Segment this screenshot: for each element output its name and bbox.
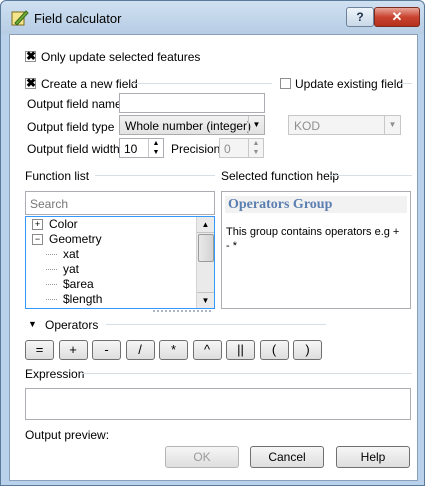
expression-input[interactable] — [25, 388, 411, 420]
tree-line — [46, 299, 57, 301]
only-selected-checkbox[interactable]: ✖ — [25, 50, 36, 62]
only-selected-label: Only update selected features — [41, 50, 201, 64]
expression-label: Expression — [25, 367, 85, 381]
help-heading: Operators Group — [228, 197, 333, 212]
help-body: This group contains operators e.g + - * — [226, 226, 400, 252]
function-help-divider — [330, 175, 412, 176]
tree-scrollbar[interactable]: ▲ ▼ — [196, 217, 214, 308]
operator-button[interactable]: + — [58, 340, 88, 360]
spin-arrows-icon[interactable]: ▲ ▼ — [148, 139, 163, 157]
function-tree-item[interactable]: $area — [46, 277, 94, 292]
chevron-down-icon: ▼ — [248, 116, 264, 134]
operator-button[interactable]: * — [159, 340, 188, 360]
ok-button[interactable]: OK — [165, 446, 239, 468]
title-bar[interactable]: Field calculator ? ✕ — [1, 1, 424, 34]
operator-button[interactable]: ( — [259, 340, 289, 360]
window-title: Field calculator — [34, 11, 122, 26]
function-tree-item-label: xat — [63, 247, 80, 261]
output-field-name-input[interactable] — [119, 93, 265, 113]
existing-field-select[interactable]: KOD ▼ — [288, 115, 401, 135]
create-new-field-divider — [132, 83, 272, 84]
scroll-thumb[interactable] — [198, 234, 214, 262]
output-field-name-label: Output field name — [27, 97, 122, 111]
output-field-width-spinbox[interactable]: 10 ▲ ▼ — [119, 138, 164, 158]
existing-field-value: KOD — [294, 119, 321, 133]
function-help-panel: Operators Group This group contains oper… — [221, 191, 411, 309]
help-heading-bar: Operators Group — [225, 196, 407, 213]
function-help-label: Selected function help — [221, 169, 340, 183]
function-tree-item[interactable]: $length — [46, 292, 102, 307]
help-button[interactable]: Help — [336, 446, 410, 468]
operator-button[interactable]: ) — [293, 340, 322, 360]
update-existing-checkbox[interactable] — [280, 78, 291, 89]
output-field-width-value: 10 — [124, 142, 138, 156]
precision-spinbox[interactable]: 0 ▲ ▼ — [219, 138, 264, 158]
function-search-placeholder: Search — [30, 197, 69, 211]
splitter-handle[interactable] — [153, 310, 211, 315]
function-list-label: Function list — [25, 169, 90, 183]
operator-button[interactable]: = — [25, 340, 54, 360]
output-field-type-value: Whole number (integer) — [125, 119, 252, 133]
output-field-type-select[interactable]: Whole number (integer) ▼ — [119, 115, 265, 135]
operator-button[interactable]: / — [125, 340, 155, 360]
help-title-button[interactable]: ? — [346, 7, 374, 27]
operators-collapse-icon[interactable]: ▼ — [28, 319, 37, 329]
function-tree-item-label: $length — [63, 292, 103, 306]
operator-button[interactable]: ^ — [192, 340, 222, 360]
precision-value: 0 — [224, 142, 231, 156]
function-list-divider — [95, 175, 215, 176]
expression-divider — [82, 373, 412, 374]
chevron-down-icon: ▼ — [384, 116, 400, 134]
function-search-input[interactable]: Search — [25, 191, 215, 215]
expand-icon[interactable]: + — [32, 219, 43, 231]
function-tree-item[interactable]: − Geometry — [32, 232, 102, 247]
function-tree-item-label: Geometry — [49, 232, 102, 246]
output-field-type-label: Output field type — [27, 120, 115, 134]
precision-label: Precision — [171, 142, 221, 156]
tree-line — [46, 284, 57, 286]
field-calculator-window: Field calculator ? ✕ ✖ Only update selec… — [0, 0, 425, 486]
dialog-body: ✖ Only update selected features ✖ Create… — [9, 34, 418, 481]
field-calculator-icon — [11, 10, 29, 26]
tree-line — [46, 254, 57, 256]
output-preview-label: Output preview: — [25, 428, 110, 442]
collapse-icon[interactable]: − — [32, 234, 43, 246]
function-tree-rows: + Color − Geometry xat yat $area $length — [32, 217, 192, 309]
tree-line — [46, 269, 57, 271]
operators-label: Operators — [45, 318, 99, 332]
function-tree-item[interactable]: xat — [46, 247, 79, 262]
function-tree-item-label: $area — [63, 277, 94, 291]
function-tree-item[interactable]: + Color — [32, 217, 78, 232]
scroll-up-icon[interactable]: ▲ — [197, 217, 214, 233]
function-tree-item-label: yat — [63, 262, 80, 276]
operators-divider — [106, 324, 326, 325]
operator-button[interactable]: - — [92, 340, 121, 360]
function-tree-item-label: Color — [49, 217, 78, 231]
update-existing-divider — [398, 83, 412, 84]
function-tree-item[interactable]: yat — [46, 262, 79, 277]
create-new-field-checkbox[interactable]: ✖ — [25, 77, 36, 89]
create-new-field-label: Create a new field — [41, 77, 138, 91]
operator-button[interactable]: || — [226, 340, 255, 360]
output-field-width-label: Output field width — [27, 142, 120, 156]
function-tree[interactable]: + Color − Geometry xat yat $area $length ▲ ▼ — [25, 216, 215, 309]
spin-arrows-icon[interactable]: ▲ ▼ — [248, 139, 263, 157]
update-existing-label: Update existing field — [295, 77, 404, 91]
cancel-button[interactable]: Cancel — [250, 446, 324, 468]
scroll-down-icon[interactable]: ▼ — [197, 292, 214, 308]
close-button[interactable]: ✕ — [374, 7, 420, 27]
